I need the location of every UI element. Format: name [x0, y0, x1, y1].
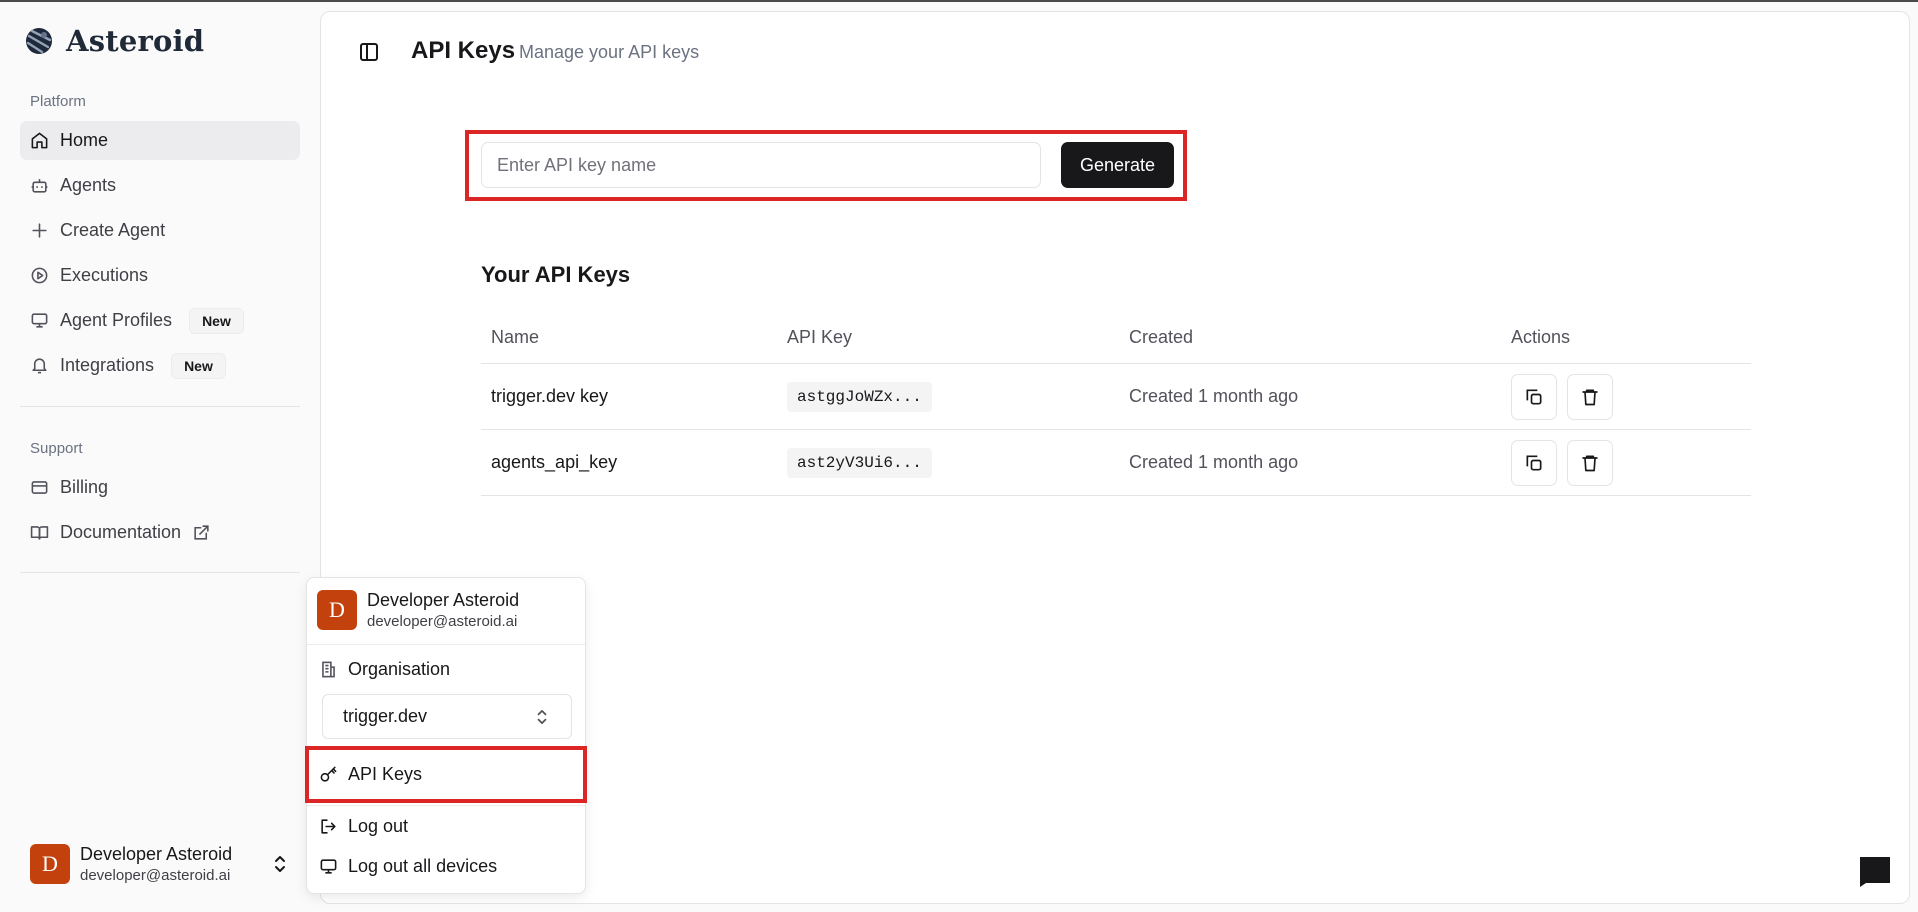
brand[interactable]: Asteroid [24, 24, 204, 58]
play-circle-icon [31, 267, 48, 284]
credit-card-icon [31, 481, 48, 494]
sidebar-item-home[interactable]: Home [20, 121, 300, 160]
building-icon [322, 661, 335, 678]
api-keys-highlight [305, 746, 587, 803]
column-header-actions: Actions [1511, 327, 1571, 347]
table-header-row: Name API Key Created Actions [481, 312, 1751, 364]
key-name: trigger.dev key [491, 386, 609, 406]
sidebar-item-label: Documentation [60, 522, 182, 542]
table-row: trigger.dev key astggJoWZx... Created 1 … [481, 364, 1751, 430]
table-row: agents_api_key ast2yV3Ui6... Created 1 m… [481, 430, 1751, 496]
brand-name: Asteroid [66, 24, 205, 58]
sidebar-item-label: Integrations [60, 355, 155, 375]
chevrons-up-down-icon [275, 856, 285, 872]
user-email: developer@asteroid.ai [80, 867, 231, 884]
trash-icon [1582, 455, 1598, 471]
organisation-select[interactable]: trigger.dev [322, 694, 572, 739]
key-created: Created 1 month ago [1129, 452, 1299, 472]
sidebar-item-billing[interactable]: Billing [20, 468, 300, 507]
keys-heading: Your API Keys [481, 262, 631, 287]
api-key-name-input[interactable] [481, 142, 1041, 188]
new-badge: New [189, 307, 244, 334]
trash-icon [1582, 389, 1598, 405]
key-value-cell: astggJoWZx... [787, 364, 932, 429]
key-name: agents_api_key [491, 452, 618, 472]
log-out-icon [321, 819, 336, 834]
avatar: D [317, 590, 357, 630]
menu-item-log-out[interactable]: Log out [319, 816, 408, 837]
monitor-icon [320, 859, 337, 874]
avatar: D [30, 844, 70, 884]
key-actions [1511, 364, 1613, 429]
user-meta: Developer Asteroid developer@asteroid.ai [367, 590, 519, 630]
api-keys-table: Name API Key Created Actions trigger.dev… [481, 312, 1751, 496]
sidebar-toggle-icon[interactable] [359, 42, 379, 62]
user-dropdown-menu: D Developer Asteroid developer@asteroid.… [305, 577, 587, 894]
bell-icon [32, 358, 47, 374]
sidebar-item-integrations[interactable]: Integrations New [20, 346, 300, 385]
sidebar-item-executions[interactable]: Executions [20, 256, 300, 295]
key-created: Created 1 month ago [1129, 386, 1299, 406]
book-icon [30, 526, 49, 540]
copy-icon [1526, 455, 1542, 470]
new-badge: New [171, 352, 226, 379]
bot-icon [31, 179, 48, 193]
sidebar-divider [20, 572, 300, 573]
plus-icon [32, 223, 47, 238]
user-meta: Developer Asteroid developer@asteroid.ai [80, 844, 232, 884]
menu-item-log-out-all[interactable]: Log out all devices [319, 856, 497, 877]
chat-bubble-icon[interactable] [1858, 855, 1892, 887]
key-value: astggJoWZx... [787, 381, 932, 412]
generate-button[interactable]: Generate [1061, 142, 1174, 188]
sidebar-item-label: Agents [60, 175, 117, 195]
sidebar: Asteroid Platform Home Agents Create Age… [0, 2, 318, 912]
chevrons-up-down-icon [537, 710, 547, 724]
menu-user-info: D Developer Asteroid developer@asteroid.… [317, 590, 519, 630]
delete-button[interactable] [1567, 439, 1613, 486]
menu-separator [307, 644, 585, 645]
support-section-label: Support [30, 440, 83, 457]
user-menu-trigger[interactable]: D Developer Asteroid developer@asteroid.… [20, 834, 300, 894]
sidebar-item-label: Home [60, 130, 109, 150]
sidebar-item-agents[interactable]: Agents [20, 166, 300, 205]
sidebar-item-create-agent[interactable]: Create Agent [20, 211, 300, 250]
organisation-text: Organisation [348, 659, 451, 679]
key-value-cell: ast2yV3Ui6... [787, 430, 932, 495]
organisation-label: Organisation [319, 659, 450, 680]
monitor-icon [31, 313, 48, 328]
sidebar-divider [20, 406, 300, 407]
asteroid-logo-icon [26, 28, 52, 54]
copy-button[interactable] [1511, 439, 1557, 486]
sidebar-item-label: Create Agent [60, 220, 166, 240]
menu-item-label: Log out all devices [348, 856, 498, 876]
column-header-api-key: API Key [787, 327, 853, 347]
key-actions [1511, 430, 1613, 495]
column-header-created: Created [1129, 327, 1194, 347]
platform-section-label: Platform [30, 93, 86, 110]
sidebar-item-label: Agent Profiles [60, 310, 173, 330]
external-link-icon [194, 525, 209, 540]
user-name: Developer Asteroid [367, 590, 520, 610]
sidebar-item-label: Executions [60, 265, 149, 285]
page-subtitle: Manage your API keys [519, 42, 700, 62]
sidebar-item-documentation[interactable]: Documentation [20, 513, 300, 552]
home-icon [31, 132, 48, 149]
sidebar-item-label: Billing [60, 477, 109, 497]
menu-item-label: Log out [348, 816, 409, 836]
delete-button[interactable] [1567, 373, 1613, 420]
copy-icon [1526, 389, 1542, 404]
key-value: ast2yV3Ui6... [787, 447, 932, 478]
sidebar-item-agent-profiles[interactable]: Agent Profiles New [20, 301, 300, 340]
user-name: Developer Asteroid [80, 844, 233, 864]
column-header-name: Name [491, 327, 540, 347]
user-email: developer@asteroid.ai [367, 613, 518, 630]
organisation-selected: trigger.dev [343, 706, 428, 726]
copy-button[interactable] [1511, 373, 1557, 420]
page-title: API Keys [411, 37, 516, 64]
menu-separator [307, 805, 585, 806]
